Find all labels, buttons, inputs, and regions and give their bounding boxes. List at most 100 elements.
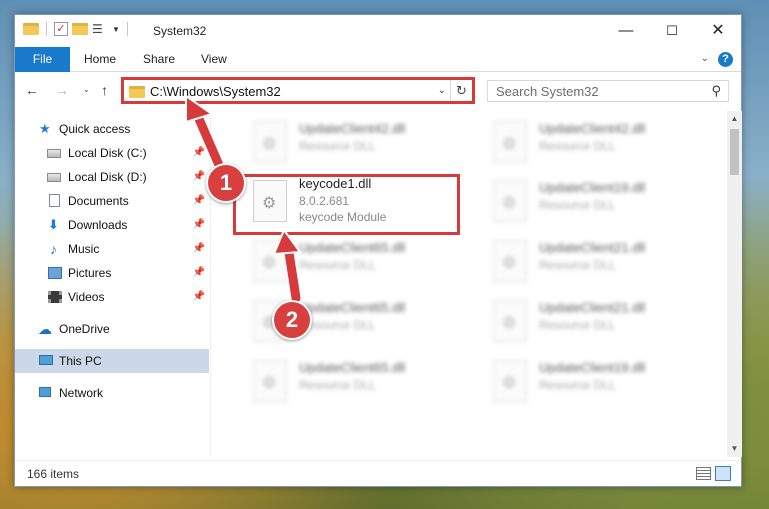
cloud-icon: ☁	[38, 321, 52, 337]
pin-icon[interactable]: 📌	[193, 165, 205, 189]
back-button[interactable]: ←	[25, 82, 39, 98]
status-bar: 166 items	[15, 460, 741, 487]
item-count: 166 items	[27, 467, 80, 481]
folder-icon[interactable]	[23, 23, 39, 35]
sidebar-item-onedrive[interactable]: ☁ OneDrive	[15, 317, 209, 341]
file-item[interactable]: UpdateClient42.dll Resource DLL	[233, 117, 453, 167]
dll-file-icon	[493, 240, 527, 282]
sidebar-item-local-disk-c[interactable]: Local Disk (C:) 📌	[15, 141, 209, 165]
file-item[interactable]: UpdateClient21.dll Resource DLL	[473, 296, 693, 346]
sidebar-item-label: Local Disk (D:)	[68, 170, 147, 184]
file-item[interactable]: UpdateClient42.dll Resource DLL	[473, 117, 693, 167]
pin-icon[interactable]: 📌	[193, 213, 205, 237]
search-box[interactable]: Search System32 ⚲	[487, 80, 729, 102]
file-name: UpdateClient42.dll	[299, 121, 406, 136]
properties-check-icon[interactable]: ✓	[54, 22, 68, 36]
customize-toolbar-dropdown-icon[interactable]: ▼	[112, 25, 120, 34]
address-dropdown-icon[interactable]: ⌄	[438, 85, 446, 96]
large-icons-view-icon[interactable]	[715, 466, 731, 481]
sidebar-item-label: OneDrive	[59, 322, 110, 336]
close-button[interactable]: ✕	[695, 15, 741, 47]
pin-icon[interactable]: 📌	[193, 285, 205, 309]
expand-ribbon-chevron-icon[interactable]: ⌄	[701, 53, 709, 64]
file-item[interactable]: UpdateClient65.dll Resource DLL	[233, 296, 453, 346]
file-list: UpdateClient42.dll Resource DLL keycode1…	[215, 111, 727, 457]
sidebar-item-quick-access[interactable]: ★ Quick access	[15, 117, 209, 141]
file-name: UpdateClient21.dll	[539, 240, 646, 255]
pictures-icon	[48, 267, 62, 279]
file-item[interactable]: UpdateClient19.dll Resource DLL	[473, 176, 693, 226]
pin-icon[interactable]: 📌	[193, 141, 205, 165]
sidebar-item-downloads[interactable]: ⬇ Downloads 📌	[15, 213, 209, 237]
music-icon: ♪	[50, 241, 57, 257]
properties-icon[interactable]: ☰	[92, 22, 108, 36]
sidebar-item-label: Music	[68, 242, 100, 256]
pin-icon[interactable]: 📌	[193, 261, 205, 285]
dll-file-icon	[253, 240, 287, 282]
file-description: Resource DLL	[299, 258, 376, 272]
documents-icon	[49, 194, 60, 207]
sidebar-item-pictures[interactable]: Pictures 📌	[15, 261, 209, 285]
sidebar-item-label: This PC	[59, 354, 102, 368]
sidebar-item-music[interactable]: ♪ Music 📌	[15, 237, 209, 261]
scroll-up-arrow-icon[interactable]: ▲	[727, 111, 742, 127]
download-icon: ⬇	[48, 217, 59, 232]
vertical-scrollbar[interactable]: ▲ ▼	[727, 111, 742, 457]
sidebar-item-documents[interactable]: Documents 📌	[15, 189, 209, 213]
file-description: Resource DLL	[539, 198, 616, 212]
file-item[interactable]: UpdateClient65.dll Resource DLL	[233, 356, 453, 406]
tab-share[interactable]: Share	[143, 47, 175, 72]
search-icon: ⚲	[711, 83, 721, 98]
pane-divider[interactable]	[210, 111, 211, 457]
sidebar-item-network[interactable]: Network	[15, 381, 209, 405]
file-name: UpdateClient21.dll	[539, 300, 646, 315]
sidebar-item-label: Videos	[68, 290, 105, 304]
forward-button[interactable]: →	[55, 82, 69, 98]
file-description: Resource DLL	[539, 258, 616, 272]
file-description: Resource DLL	[299, 139, 376, 153]
minimize-button[interactable]: —	[603, 15, 649, 47]
refresh-button[interactable]: ↻	[450, 80, 472, 101]
tab-home[interactable]: Home	[84, 47, 116, 72]
file-item[interactable]: UpdateClient19.dll Resource DLL	[473, 356, 693, 406]
details-view-icon[interactable]	[696, 467, 711, 480]
pin-icon[interactable]: 📌	[193, 189, 205, 213]
pin-icon[interactable]: 📌	[193, 237, 205, 261]
address-bar[interactable]: C:\Windows\System32 ⌄ ↻	[121, 77, 475, 104]
file-description: Resource DLL	[299, 378, 376, 392]
sidebar-item-label: Quick access	[59, 122, 131, 136]
file-description: Resource DLL	[539, 318, 616, 332]
dll-file-icon	[253, 121, 287, 163]
file-description: Resource DLL	[539, 378, 616, 392]
maximize-button[interactable]: ☐	[649, 15, 695, 47]
toolbar-separator	[126, 22, 128, 36]
sidebar-item-label: Network	[59, 386, 104, 400]
dll-file-icon	[253, 360, 287, 402]
scroll-down-arrow-icon[interactable]: ▼	[727, 441, 742, 457]
file-name: UpdateClient65.dll	[299, 240, 406, 255]
sidebar-item-this-pc[interactable]: This PC	[15, 349, 209, 373]
file-item[interactable]: UpdateClient65.dll Resource DLL	[233, 236, 453, 286]
videos-icon	[48, 291, 62, 303]
dll-file-icon	[493, 360, 527, 402]
up-button[interactable]: ↑	[101, 82, 108, 98]
new-folder-icon[interactable]	[72, 23, 88, 35]
sidebar-item-local-disk-d[interactable]: Local Disk (D:) 📌	[15, 165, 209, 189]
dll-file-icon	[493, 180, 527, 222]
annotation-step-2: 2	[272, 300, 312, 340]
disk-icon	[47, 149, 61, 158]
file-item[interactable]: UpdateClient21.dll Resource DLL	[473, 236, 693, 286]
recent-locations-dropdown[interactable]: ⌄	[83, 85, 90, 94]
help-icon[interactable]: ?	[718, 52, 733, 67]
search-input[interactable]: Search System32	[496, 84, 599, 99]
sidebar-item-videos[interactable]: Videos 📌	[15, 285, 209, 309]
address-path[interactable]: C:\Windows\System32	[150, 84, 281, 99]
scroll-thumb[interactable]	[730, 129, 739, 175]
toolbar-separator	[46, 22, 47, 36]
file-highlight-box	[233, 174, 460, 235]
tab-view[interactable]: View	[201, 47, 227, 72]
title-bar: ✓ ☰ ▼ System32 — ☐ ✕	[15, 15, 741, 47]
tab-file[interactable]: File	[15, 47, 70, 72]
sidebar-item-label: Local Disk (C:)	[68, 146, 147, 160]
navigation-bar: ← → ⌄ ↑ C:\Windows\System32 ⌄ ↻ Search S…	[15, 73, 741, 109]
